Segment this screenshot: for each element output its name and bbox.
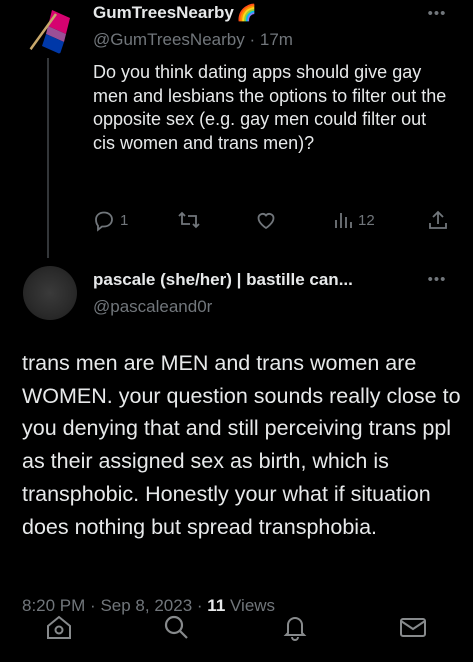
author-handle-line: @GumTreesNearby · 17m (93, 30, 293, 49)
tweet-actions-bar: 1 12 (90, 205, 452, 235)
retweet-icon (178, 211, 200, 229)
more-icon[interactable]: ••• (425, 6, 449, 21)
more-icon[interactable]: ••• (425, 272, 449, 287)
like-button[interactable] (254, 205, 278, 235)
reply-author-name[interactable]: pascale (she/her) | bastille can... (93, 270, 353, 290)
rainbow-emoji: 🌈 (236, 5, 257, 22)
views-icon (335, 213, 352, 228)
share-button[interactable] (426, 205, 450, 235)
mail-icon (400, 618, 426, 637)
tab-notifications[interactable] (278, 610, 312, 644)
reply-count: 1 (120, 211, 129, 229)
reply-author-avatar[interactable] (23, 266, 77, 320)
tab-messages[interactable] (396, 610, 430, 644)
bell-icon (283, 617, 307, 641)
retweet-button[interactable] (176, 205, 202, 235)
views-button[interactable]: 12 (332, 205, 375, 235)
bottom-tab-bar (0, 604, 473, 662)
home-icon (47, 615, 71, 639)
reply-icon (95, 211, 113, 232)
tweet-text: Do you think dating apps should give gay… (93, 62, 447, 153)
views-count: 12 (358, 211, 375, 229)
tweet-time[interactable]: 17m (260, 30, 293, 49)
reply-text: trans men are MEN and trans women are WO… (22, 351, 461, 539)
author-avatar[interactable] (22, 4, 74, 56)
thread-connector-line (47, 58, 49, 258)
author-name[interactable]: GumTreesNearby 🌈 (93, 3, 257, 23)
bisexual-flag-avatar (22, 4, 74, 56)
reply-author-handle[interactable]: @pascaleand0r (93, 297, 212, 317)
heart-icon (257, 213, 275, 230)
search-icon (164, 615, 188, 639)
tab-home[interactable] (42, 610, 76, 644)
author-handle[interactable]: @GumTreesNearby (93, 30, 245, 49)
tab-search[interactable] (159, 610, 193, 644)
share-icon (429, 210, 447, 229)
reply-button[interactable]: 1 (92, 205, 128, 235)
